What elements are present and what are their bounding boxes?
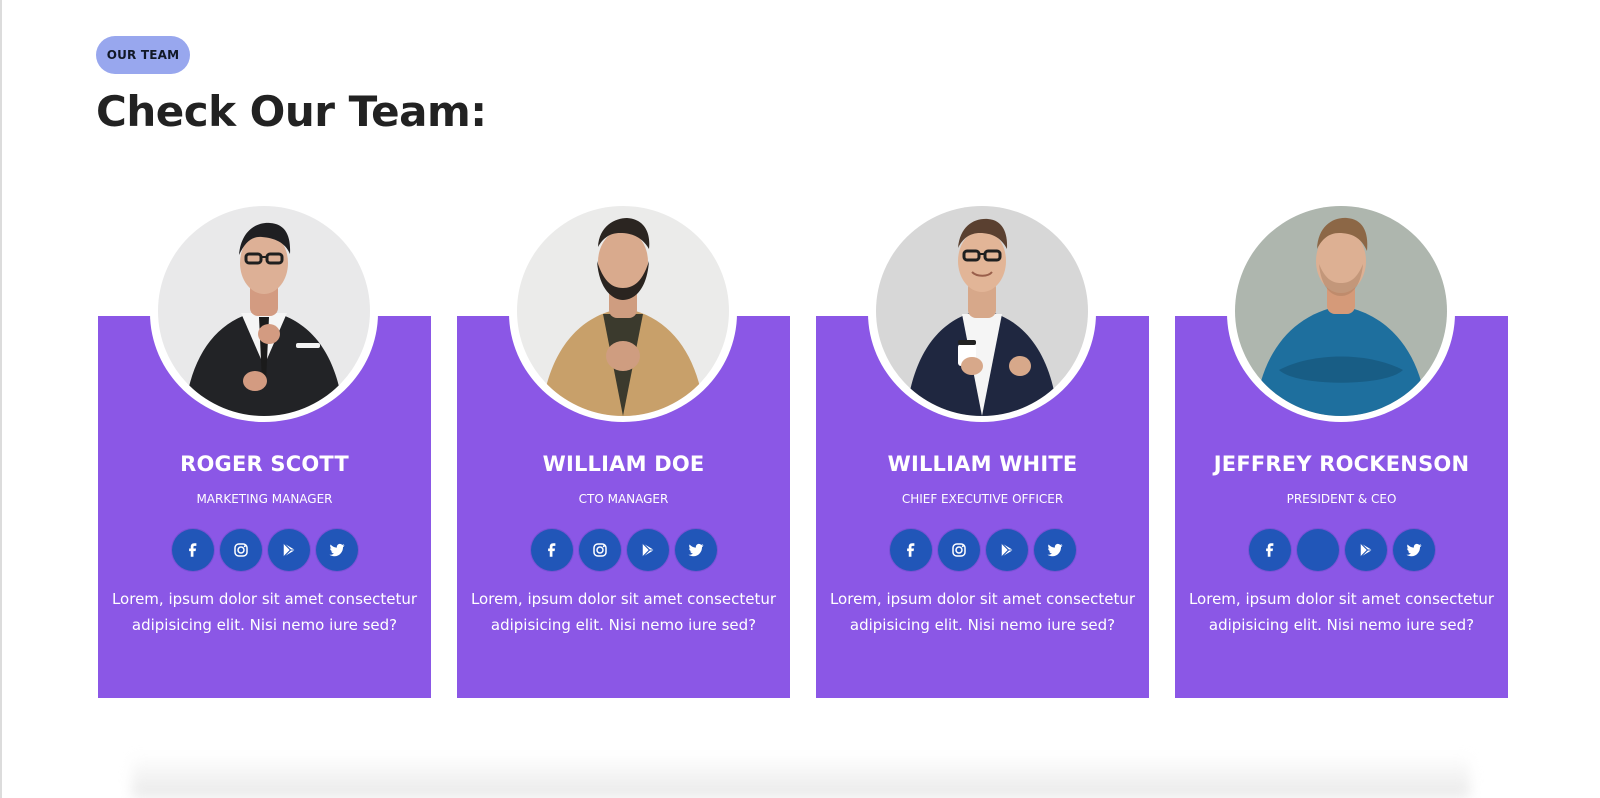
team-member-card: WILLIAM WHITE CHIEF EXECUTIVE OFFICER Lo… [816, 204, 1149, 698]
instagram-icon [232, 541, 250, 559]
team-member-card: WILLIAM DOE CTO MANAGER Lorem, ipsum dol… [457, 204, 790, 698]
team-member-card: ROGER SCOTT MARKETING MANAGER Lorem, ips… [98, 204, 431, 698]
member-role: MARKETING MANAGER [196, 492, 333, 506]
facebook-icon [184, 541, 202, 559]
avatar [517, 206, 729, 416]
instagram-icon [591, 541, 609, 559]
instagram-button[interactable] [937, 529, 980, 571]
instagram-button[interactable] [219, 529, 262, 571]
twitter-icon [328, 541, 346, 559]
twitter-button[interactable] [674, 529, 717, 571]
member-bio: Lorem, ipsum dolor sit amet consectetur … [829, 590, 1136, 634]
avatar [876, 206, 1088, 416]
social-links [1175, 529, 1508, 571]
facebook-icon [1261, 541, 1279, 559]
facebook-icon [902, 541, 920, 559]
play-store-button[interactable] [1344, 529, 1387, 571]
avatar [158, 206, 370, 416]
member-role: PRESIDENT & CEO [1286, 492, 1397, 506]
facebook-button[interactable] [530, 529, 573, 571]
twitter-icon [687, 541, 705, 559]
member-name: WILLIAM DOE [542, 452, 705, 476]
member-name: JEFFREY ROCKENSON [1213, 452, 1470, 476]
play-store-icon [998, 541, 1016, 559]
twitter-icon [1405, 541, 1423, 559]
twitter-icon [1046, 541, 1064, 559]
instagram-button[interactable] [578, 529, 621, 571]
facebook-button[interactable] [171, 529, 214, 571]
member-name: ROGER SCOTT [180, 452, 349, 476]
bottom-shadow [132, 754, 1470, 798]
member-bio: Lorem, ipsum dolor sit amet consectetur … [111, 590, 418, 634]
member-role: CHIEF EXECUTIVE OFFICER [901, 492, 1064, 506]
member-bio: Lorem, ipsum dolor sit amet consectetur … [1188, 590, 1495, 634]
twitter-button[interactable] [1033, 529, 1076, 571]
member-name: WILLIAM WHITE [887, 452, 1078, 476]
play-store-button[interactable] [985, 529, 1028, 571]
member-role: CTO MANAGER [578, 492, 669, 506]
team-section: OUR TEAM Check Our Team: ROGER SCOTT MAR… [0, 0, 1600, 798]
play-store-icon [280, 541, 298, 559]
play-store-icon [1357, 541, 1375, 559]
section-badge: OUR TEAM [96, 36, 190, 74]
play-store-button[interactable] [626, 529, 669, 571]
twitter-button[interactable] [1392, 529, 1435, 571]
social-links [98, 529, 431, 571]
instagram-icon [950, 541, 968, 559]
facebook-button[interactable] [889, 529, 932, 571]
social-links [816, 529, 1149, 571]
play-store-icon [639, 541, 657, 559]
facebook-icon [543, 541, 561, 559]
facebook-button[interactable] [1248, 529, 1291, 571]
twitter-button[interactable] [315, 529, 358, 571]
social-links [457, 529, 790, 571]
instagram-button[interactable] [1296, 529, 1339, 571]
team-member-card: JEFFREY ROCKENSON PRESIDENT & CEO Lorem,… [1175, 204, 1508, 698]
section-title: Check Our Team: [96, 87, 487, 136]
member-bio: Lorem, ipsum dolor sit amet consectetur … [470, 590, 777, 634]
avatar [1235, 206, 1447, 416]
team-grid: ROGER SCOTT MARKETING MANAGER Lorem, ips… [98, 204, 1510, 698]
play-store-button[interactable] [267, 529, 310, 571]
